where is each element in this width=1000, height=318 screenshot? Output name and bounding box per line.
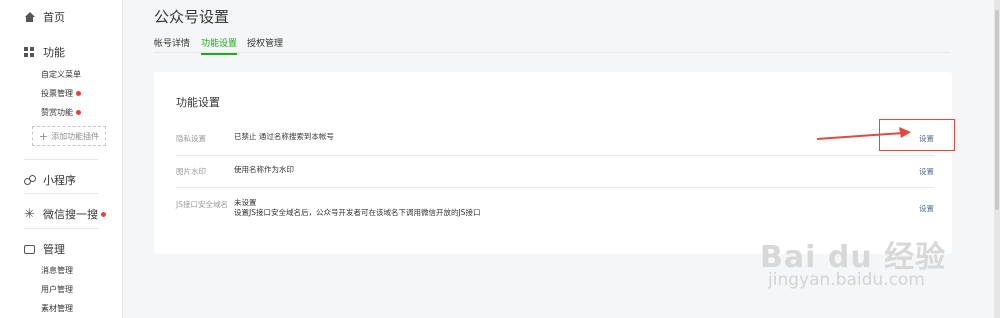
page-title: 公众号设置	[154, 8, 230, 26]
sidebar: 首页 功能 自定义菜单 投票管理 赞赏功能 + 添加功能插件 小程序 ✳ 微信搜…	[0, 0, 123, 318]
manage-icon	[24, 244, 35, 254]
tab-feature-settings[interactable]: 功能设置	[201, 36, 238, 55]
add-plugin-label: 添加功能插件	[51, 131, 100, 141]
sidebar-item-label: 小程序	[43, 174, 76, 187]
js-domain-status: 未设置	[234, 198, 257, 207]
grid-icon	[24, 46, 35, 58]
row-label: 图片水印	[176, 167, 206, 176]
scrollbar[interactable]	[994, 0, 1000, 318]
notification-dot	[76, 91, 81, 96]
sidebar-subitem-vote[interactable]: 投票管理	[41, 88, 81, 99]
divider	[24, 159, 98, 160]
sidebar-item-features[interactable]: 功能	[24, 44, 65, 60]
scrollbar-thumb[interactable]	[995, 10, 999, 210]
highlight-box	[879, 119, 955, 151]
sidebar-item-wechat-search[interactable]: ✳ 微信搜一搜	[24, 206, 106, 222]
divider	[24, 193, 98, 194]
sidebar-subitem-label: 投票管理	[41, 89, 73, 98]
sidebar-subitem-materials[interactable]: 素材管理	[41, 303, 73, 314]
sidebar-subitem-label: 赞赏功能	[41, 108, 73, 117]
sidebar-subitem-custom-menu[interactable]: 自定义菜单	[41, 69, 81, 80]
row-value: 未设置 设置JS接口安全域名后，公众号开发者可在该域名下调用微信开放的JS接口	[234, 198, 480, 218]
js-domain-settings-link[interactable]: 设置	[919, 203, 934, 214]
card-title: 功能设置	[176, 96, 220, 109]
notification-dot	[101, 211, 106, 217]
sidebar-item-label: 微信搜一搜	[43, 208, 98, 221]
row-value: 已禁止 通过名称搜索到本帐号	[234, 132, 334, 141]
sidebar-subitem-label: 素材管理	[41, 304, 73, 313]
tab-bar: 帐号详情 功能设置 授权管理	[154, 36, 950, 55]
mini-program-icon	[24, 174, 36, 186]
sidebar-subitem-reward[interactable]: 赞赏功能	[41, 107, 81, 118]
divider	[24, 228, 98, 229]
sidebar-item-mini-program[interactable]: 小程序	[24, 172, 76, 188]
tab-authorization[interactable]: 授权管理	[247, 36, 283, 53]
watermark-settings-link[interactable]: 设置	[919, 166, 934, 177]
settings-row-watermark: 图片水印 使用名称作为水印 设置	[176, 156, 934, 188]
search-sparkle-icon: ✳	[24, 206, 35, 222]
row-value: 使用名称作为水印	[234, 165, 294, 174]
notification-dot	[76, 110, 81, 115]
sidebar-item-manage[interactable]: 管理	[24, 241, 65, 257]
watermark-url: jingyan.baidu.com	[768, 270, 925, 290]
plus-icon: +	[38, 129, 49, 143]
settings-card: 功能设置 隐私设置 已禁止 通过名称搜索到本帐号 设置 图片水印 使用名称作为水…	[154, 72, 952, 254]
tab-account-details[interactable]: 帐号详情	[154, 36, 190, 53]
add-plugin-button[interactable]: + 添加功能插件	[32, 126, 106, 146]
sidebar-subitem-label: 用户管理	[41, 285, 73, 294]
sidebar-item-home[interactable]: 首页	[24, 9, 65, 25]
sidebar-subitem-messages[interactable]: 消息管理	[41, 265, 73, 276]
row-label: 隐私设置	[176, 134, 206, 143]
sidebar-subitem-label: 自定义菜单	[41, 70, 81, 79]
row-label: JS接口安全域名	[176, 200, 228, 209]
home-icon	[24, 11, 35, 23]
sidebar-subitem-label: 消息管理	[41, 266, 73, 275]
sidebar-item-label: 功能	[43, 46, 65, 59]
sidebar-item-label: 首页	[43, 11, 65, 24]
sidebar-item-label: 管理	[43, 243, 65, 256]
settings-row-js-domain: JS接口安全域名 未设置 设置JS接口安全域名后，公众号开发者可在该域名下调用微…	[176, 188, 934, 228]
sidebar-subitem-users[interactable]: 用户管理	[41, 284, 73, 295]
js-domain-description: 设置JS接口安全域名后，公众号开发者可在该域名下调用微信开放的JS接口	[234, 208, 481, 217]
